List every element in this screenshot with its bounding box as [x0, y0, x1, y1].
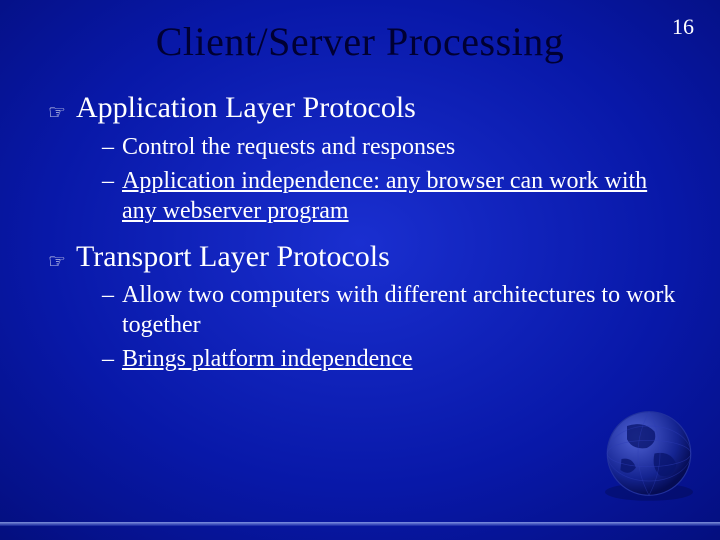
footer-divider — [0, 522, 720, 526]
dash-icon: – — [102, 132, 114, 162]
pointer-icon: ☞ — [48, 249, 66, 274]
sub-bullet: – Allow two computers with different arc… — [102, 280, 680, 340]
bullet-level1: ☞ Transport Layer Protocols — [48, 240, 680, 275]
sub-bullet-text: Application independence: any browser ca… — [122, 166, 680, 226]
page-number: 16 — [672, 14, 694, 40]
sub-bullet: – Brings platform independence — [102, 344, 680, 374]
pointer-icon: ☞ — [48, 100, 66, 125]
sub-list: – Control the requests and responses – A… — [102, 132, 680, 226]
sub-bullet-text: Control the requests and responses — [122, 132, 455, 162]
bullet-text: Transport Layer Protocols — [76, 240, 390, 275]
globe-icon — [594, 404, 704, 514]
sub-bullet: – Control the requests and responses — [102, 132, 680, 162]
sub-bullet-text: Allow two computers with different archi… — [122, 280, 680, 340]
slide-body: ☞ Application Layer Protocols – Control … — [0, 91, 720, 374]
bullet-level1: ☞ Application Layer Protocols — [48, 91, 680, 126]
bullet-text: Application Layer Protocols — [76, 91, 416, 126]
dash-icon: – — [102, 166, 114, 196]
sub-list: – Allow two computers with different arc… — [102, 280, 680, 374]
sub-bullet-text: Brings platform independence — [122, 344, 413, 374]
dash-icon: – — [102, 344, 114, 374]
slide-title: Client/Server Processing — [0, 0, 720, 77]
dash-icon: – — [102, 280, 114, 310]
sub-bullet: – Application independence: any browser … — [102, 166, 680, 226]
